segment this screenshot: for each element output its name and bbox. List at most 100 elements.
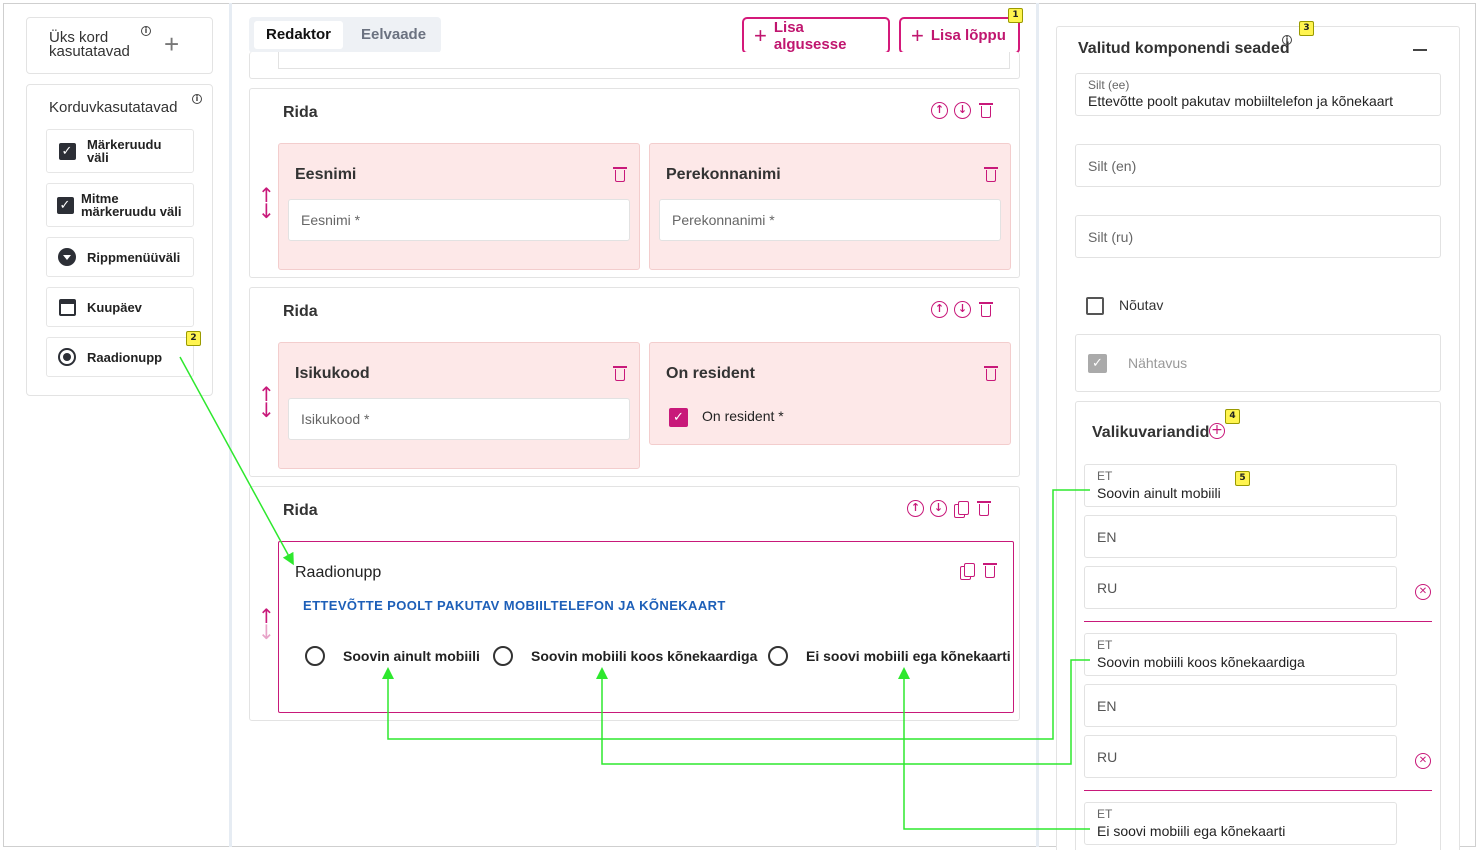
variant-et-value: Soovin mobiili koos kõnekaardiga xyxy=(1097,654,1305,670)
plus-icon[interactable]: + xyxy=(164,31,179,57)
radio-option[interactable]: Soovin mobiili koos kõnekaardiga xyxy=(493,646,757,666)
palette-item-label: Raadionupp xyxy=(87,349,163,365)
label-en-field[interactable]: Silt (en) xyxy=(1075,144,1441,187)
perekonnanimi-input[interactable]: Perekonnanimi * xyxy=(659,199,1001,241)
reorder-icon[interactable]: ↑ ↓ xyxy=(258,384,275,420)
trash-icon[interactable] xyxy=(611,365,629,383)
label-ee-caption: Silt (ee) xyxy=(1088,78,1130,92)
once-usable-title: Üks kord kasutatavad xyxy=(49,29,130,60)
radio-option[interactable]: Ei soovi mobiili ega kõnekaarti xyxy=(768,646,1011,666)
palette-item-label: Mitme märkeruudu väli xyxy=(81,191,182,219)
reorder-icon[interactable]: ↑ ↓ xyxy=(258,606,275,642)
palette-item-multi-checkbox[interactable]: ✓ Mitme märkeruudu väli xyxy=(46,183,194,227)
label-en-placeholder: Silt (en) xyxy=(1088,158,1137,174)
variants-title: Valikuvariandid xyxy=(1092,424,1210,441)
plus-icon: + xyxy=(754,22,767,48)
copy-icon[interactable] xyxy=(953,500,969,518)
trash-icon[interactable] xyxy=(977,301,995,319)
row-toolbar: ↑ ↓ xyxy=(931,102,995,120)
reorder-icon[interactable]: ↑ ↓ xyxy=(258,185,275,221)
variant-et-field[interactable]: ET Ei soovi mobiili ega kõnekaarti xyxy=(1084,802,1397,845)
remove-variant-icon[interactable]: ✕ xyxy=(1415,753,1431,769)
settings-title: Valitud komponendi seaded xyxy=(1078,40,1290,57)
variant-ru-placeholder: RU xyxy=(1097,749,1118,765)
palette-item-label: Märkeruudu väli xyxy=(87,137,162,165)
palette-item-checkbox[interactable]: ✓ Märkeruudu väli xyxy=(46,129,194,173)
radio-option-label: Soovin mobiili koos kõnekaardiga xyxy=(531,648,758,664)
field-box-perekonnanimi[interactable]: Perekonnanimi Perekonnanimi * xyxy=(649,143,1011,270)
isikukood-input[interactable]: Isikukood * xyxy=(288,398,630,440)
variant-et-caption: ET xyxy=(1097,638,1113,652)
variant-et-caption: ET xyxy=(1097,807,1113,821)
plus-icon: + xyxy=(911,22,924,48)
row-title: Rida xyxy=(283,502,318,519)
variant-et-value: Soovin ainult mobiili xyxy=(1097,485,1221,501)
radio-option[interactable]: Soovin ainult mobiili xyxy=(305,646,480,666)
info-icon[interactable]: i xyxy=(192,94,202,104)
field-title: On resident xyxy=(666,365,755,382)
variant-ru-field[interactable]: RU xyxy=(1084,566,1397,609)
radio-question-label: ETTEVÕTTE POOLT PAKUTAV MOBIILTELEFON JA… xyxy=(303,598,726,613)
remove-variant-icon[interactable]: ✕ xyxy=(1415,584,1431,600)
add-to-end-label: Lisa lõppu xyxy=(930,27,1006,44)
label-ru-field[interactable]: Silt (ru) xyxy=(1075,215,1441,258)
label-ee-field[interactable]: Silt (ee) Ettevõtte poolt pakutav mobiil… xyxy=(1075,73,1441,116)
radio-circle-icon[interactable] xyxy=(768,646,788,666)
move-up-icon[interactable]: ↑ xyxy=(931,102,948,119)
trash-icon[interactable] xyxy=(975,500,993,518)
once-usable-card: Üks kord kasutatavad i + xyxy=(26,17,213,74)
move-down-icon[interactable]: ↓ xyxy=(930,500,947,517)
trash-icon[interactable] xyxy=(982,166,1000,184)
trash-icon[interactable] xyxy=(977,102,995,120)
palette-item-radio[interactable]: Raadionupp xyxy=(46,337,194,377)
add-variant-icon[interactable]: + xyxy=(1209,423,1225,439)
visibility-label: Nähtavus xyxy=(1128,355,1188,371)
info-icon[interactable]: i xyxy=(141,26,151,36)
row-toolbar: ↑ ↓ xyxy=(907,500,993,518)
add-to-start-label: Lisa algusesse xyxy=(773,18,847,53)
partial-field xyxy=(278,52,1010,69)
variant-en-placeholder: EN xyxy=(1097,698,1117,714)
row-toolbar: ↑ ↓ xyxy=(931,301,995,319)
move-down-icon[interactable]: ↓ xyxy=(954,301,971,318)
required-checkbox[interactable] xyxy=(1086,297,1104,315)
move-down-icon[interactable]: ↓ xyxy=(954,102,971,119)
field-title: Eesnimi xyxy=(295,166,357,183)
palette-item-dropdown[interactable]: Rippmenüüväli xyxy=(46,237,194,277)
resident-checkbox[interactable]: ✓ xyxy=(669,408,688,427)
tab-editor[interactable]: Redaktor xyxy=(254,21,344,49)
radio-field-box[interactable]: Raadionupp ETTEVÕTTE POOLT PAKUTAV MOBII… xyxy=(278,541,1014,713)
move-up-icon[interactable]: ↑ xyxy=(931,301,948,318)
resident-checkbox-label: On resident * xyxy=(702,408,784,424)
move-up-icon[interactable]: ↑ xyxy=(907,500,924,517)
info-icon[interactable]: i xyxy=(1282,35,1292,45)
variant-ru-placeholder: RU xyxy=(1097,580,1118,596)
copy-icon[interactable] xyxy=(959,562,975,580)
variant-et-field[interactable]: ET Soovin mobiili koos kõnekaardiga xyxy=(1084,633,1397,676)
variant-en-field[interactable]: EN xyxy=(1084,684,1397,727)
panel-divider xyxy=(1036,3,1039,847)
variant-en-field[interactable]: EN xyxy=(1084,515,1397,558)
variant-ru-field[interactable]: RU xyxy=(1084,735,1397,778)
eesnimi-input[interactable]: Eesnimi * xyxy=(288,199,630,241)
radio-circle-icon[interactable] xyxy=(493,646,513,666)
tab-preview[interactable]: Eelvaade xyxy=(349,21,438,49)
label-ru-placeholder: Silt (ru) xyxy=(1088,229,1134,245)
field-box-on-resident[interactable]: On resident ✓ On resident * xyxy=(649,342,1011,445)
radio-circle-icon[interactable] xyxy=(305,646,325,666)
collapse-icon[interactable] xyxy=(1413,49,1427,51)
trash-icon[interactable] xyxy=(981,562,999,580)
trash-icon[interactable] xyxy=(611,166,629,184)
annotation-badge: 3 xyxy=(1299,21,1314,36)
add-to-start-button[interactable]: + Lisa algusesse xyxy=(742,17,890,54)
annotation-badge: 4 xyxy=(1225,409,1240,424)
palette-item-date[interactable]: Kuupäev xyxy=(46,287,194,327)
radio-option-label: Ei soovi mobiili ega kõnekaarti xyxy=(806,648,1011,664)
visibility-checkbox[interactable]: ✓ xyxy=(1088,354,1107,373)
row-card: Rida ↑ ↓ ↑ ↓ Eesnimi Eesnimi * Perekonnan… xyxy=(249,88,1020,278)
annotation-badge: 2 xyxy=(186,331,201,346)
add-to-end-button[interactable]: + Lisa lõppu xyxy=(899,17,1020,54)
field-box-eesnimi[interactable]: Eesnimi Eesnimi * xyxy=(278,143,640,270)
field-box-isikukood[interactable]: Isikukood Isikukood * xyxy=(278,342,640,469)
trash-icon[interactable] xyxy=(982,365,1000,383)
